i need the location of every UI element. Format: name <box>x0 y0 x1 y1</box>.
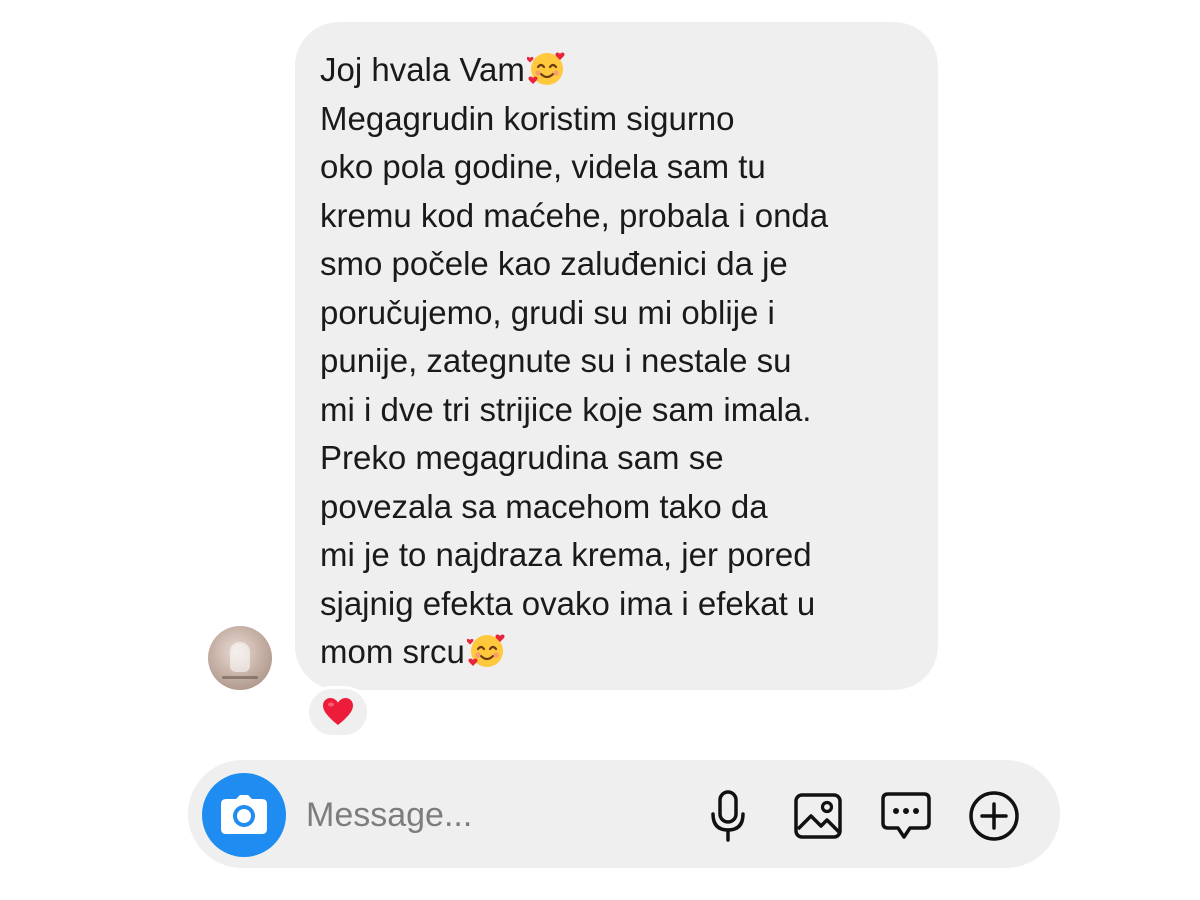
image-gallery-icon <box>794 793 842 839</box>
message-line: mi i dve tri strijice koje sam imala. <box>320 390 812 428</box>
camera-button[interactable] <box>202 773 286 857</box>
message-line: mi je to najdraza krema, jer pored <box>320 536 812 573</box>
chat-screen: Joj hvala Vam Megagrudin koristim sigurn… <box>0 0 1200 900</box>
chat-bubble-button[interactable] <box>878 788 934 844</box>
image-gallery-button[interactable] <box>790 788 846 844</box>
message-composer <box>188 760 1060 868</box>
message-line: mom srcu <box>320 628 918 677</box>
microphone-button[interactable] <box>700 788 756 844</box>
chat-bubble-icon <box>881 792 931 839</box>
message-line: sjajnig efekta ovako ima i efekat u <box>320 584 816 622</box>
message-line: kremu kod maćehe, probala i onda <box>320 196 829 234</box>
heart-reaction[interactable] <box>306 686 370 738</box>
message-line: Preko megagrudina sam se <box>320 439 724 476</box>
smiling-face-with-hearts-icon <box>526 52 565 85</box>
red-heart-icon <box>323 698 353 725</box>
message-line: Megagrudin koristim sigurno <box>320 99 735 137</box>
message-line: poručujemo, grudi su mi oblije i <box>320 293 775 331</box>
camera-icon <box>221 795 267 834</box>
plus-circle-icon <box>969 791 1019 841</box>
message-bubble[interactable]: Joj hvala Vam Megagrudin koristim sigurn… <box>295 22 938 690</box>
microphone-icon <box>711 790 745 842</box>
smiling-face-with-hearts-icon <box>466 634 505 667</box>
message-input[interactable] <box>304 788 688 842</box>
add-button[interactable] <box>966 788 1022 844</box>
message-line: povezala sa macehom tako da <box>320 487 768 525</box>
avatar-caption-mark <box>222 676 258 679</box>
message-line: Joj hvala Vam <box>320 46 918 95</box>
message-line: smo počele kao zaluđenici da je <box>320 245 788 282</box>
sender-avatar[interactable] <box>208 626 272 690</box>
message-line: oko pola godine, videla sam tu <box>320 148 766 185</box>
message-line: punije, zategnute su i nestale su <box>320 342 792 379</box>
avatar-figure <box>230 642 250 672</box>
